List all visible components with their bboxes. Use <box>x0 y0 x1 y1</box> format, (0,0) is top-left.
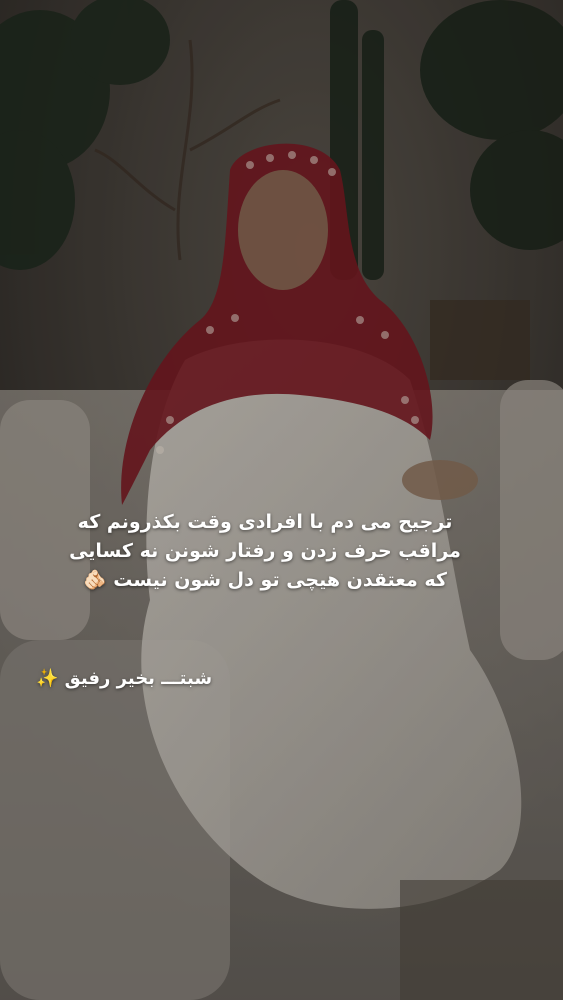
goodnight-text: شبتـــ بخیر رفیق ✨ <box>36 668 213 689</box>
story-caption: ترجیح می دم با افرادی وقت بکذرونم که مرا… <box>40 508 490 595</box>
caption-line: ترجیح می دم با افرادی وقت بکذرونم که <box>77 511 453 533</box>
dark-overlay <box>0 0 563 1000</box>
caption-line: که معتقدن هیچی تو دل شون نیست 🫵🏻 <box>83 569 447 591</box>
caption-line: مراقب حرف زدن و رفتار شونن نه کسایی <box>69 540 461 562</box>
story-canvas: ترجیح می دم با افرادی وقت بکذرونم که مرا… <box>0 0 563 1000</box>
